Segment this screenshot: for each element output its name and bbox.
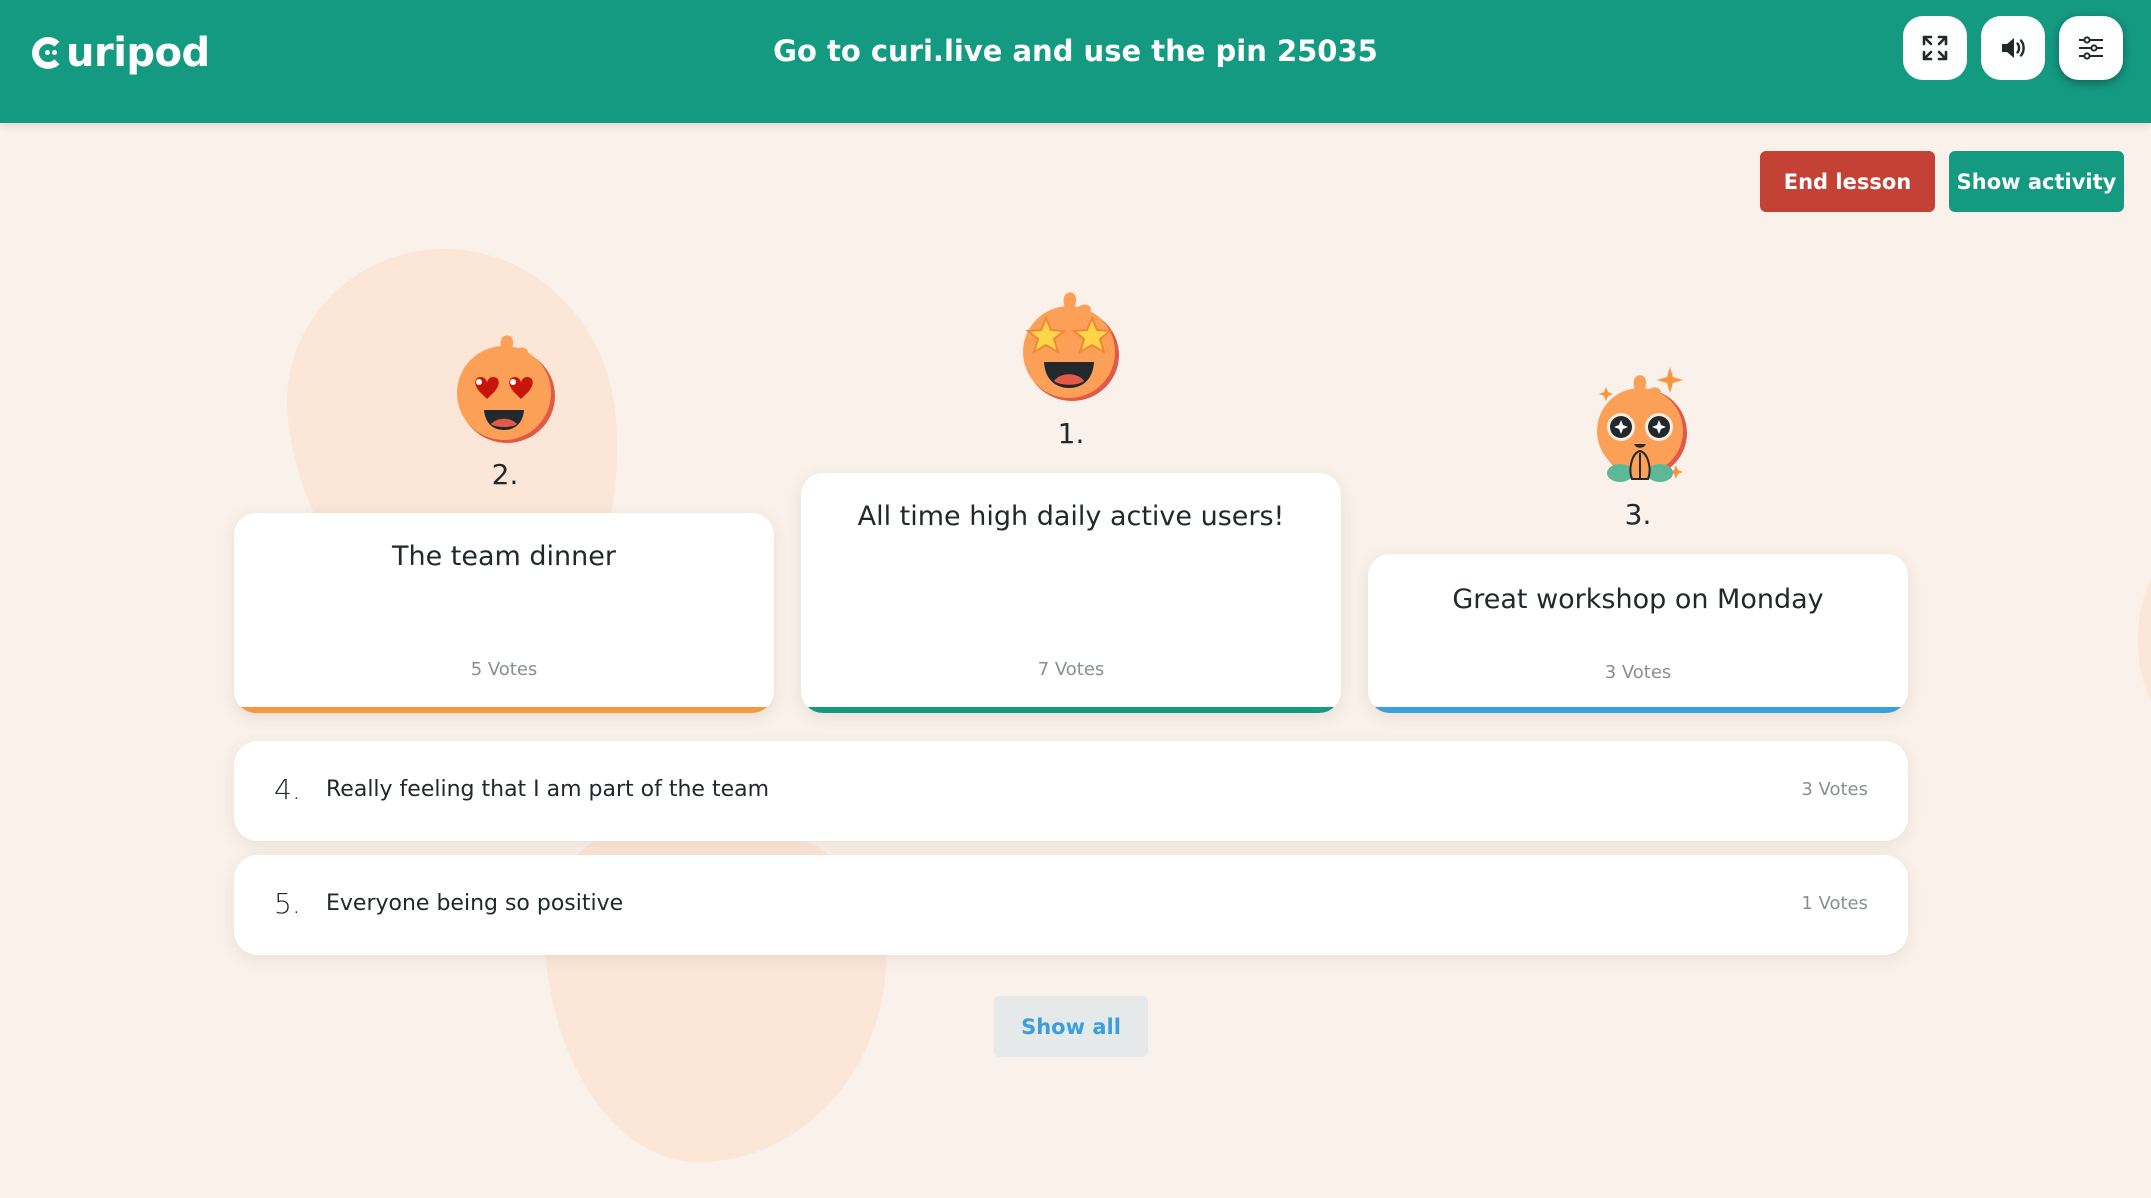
list-votes: 1 Votes — [1801, 893, 1868, 914]
card-title: The team dinner — [391, 541, 616, 572]
card-votes: 3 Votes — [1604, 662, 1672, 683]
podium-card-1[interactable]: All time high daily active users! 7 Vote… — [801, 473, 1341, 713]
card-accent-bar — [801, 707, 1341, 713]
list-votes: 3 Votes — [1801, 779, 1868, 800]
podium-card-2[interactable]: The team dinner 5 Votes — [234, 513, 774, 713]
list-title: Really feeling that I am part of the tea… — [326, 777, 770, 802]
card-votes: 7 Votes — [1037, 659, 1105, 680]
star-eyes-mascot-icon — [1023, 292, 1119, 401]
sound-button[interactable] — [1981, 16, 2045, 80]
podium-card-3[interactable]: Great workshop on Monday 3 Votes — [1368, 554, 1908, 713]
expand-icon — [1922, 35, 1948, 61]
podium-rank-3: 3. — [1624, 498, 1652, 531]
list-item[interactable]: 5. Everyone being so positive 1 Votes — [234, 855, 1908, 955]
list-rank: 5. — [274, 887, 301, 920]
card-accent-bar — [234, 707, 774, 713]
card-title: Great workshop on Monday — [1452, 584, 1824, 615]
list-title: Everyone being so positive — [326, 891, 624, 916]
card-accent-bar — [1368, 707, 1908, 713]
show-activity-button[interactable]: Show activity — [1949, 151, 2124, 212]
fullscreen-button[interactable] — [1903, 16, 1967, 80]
heart-eyes-mascot-icon — [457, 335, 555, 443]
card-title: All time high daily active users! — [857, 501, 1285, 532]
speaker-icon — [2002, 38, 2025, 58]
list-item[interactable]: 4. Really feeling that I am part of the … — [234, 741, 1908, 841]
show-all-button[interactable]: Show all — [994, 996, 1148, 1057]
sliders-icon — [2079, 36, 2103, 60]
join-instructions: Go to curi.live and use the pin 25035 — [773, 34, 1378, 68]
background-blob — [2138, 540, 2151, 740]
settings-button[interactable] — [2059, 16, 2123, 80]
end-lesson-button[interactable]: End lesson — [1760, 151, 1935, 212]
sparkle-eyes-mascot-icon — [1597, 367, 1687, 482]
podium-rank-1: 1. — [1057, 417, 1085, 450]
list-rank: 4. — [274, 773, 301, 806]
card-votes: 5 Votes — [470, 659, 538, 680]
top-bar: uripod Go to curi.live and use the pin 2… — [0, 0, 2151, 123]
podium-rank-2: 2. — [491, 458, 519, 491]
